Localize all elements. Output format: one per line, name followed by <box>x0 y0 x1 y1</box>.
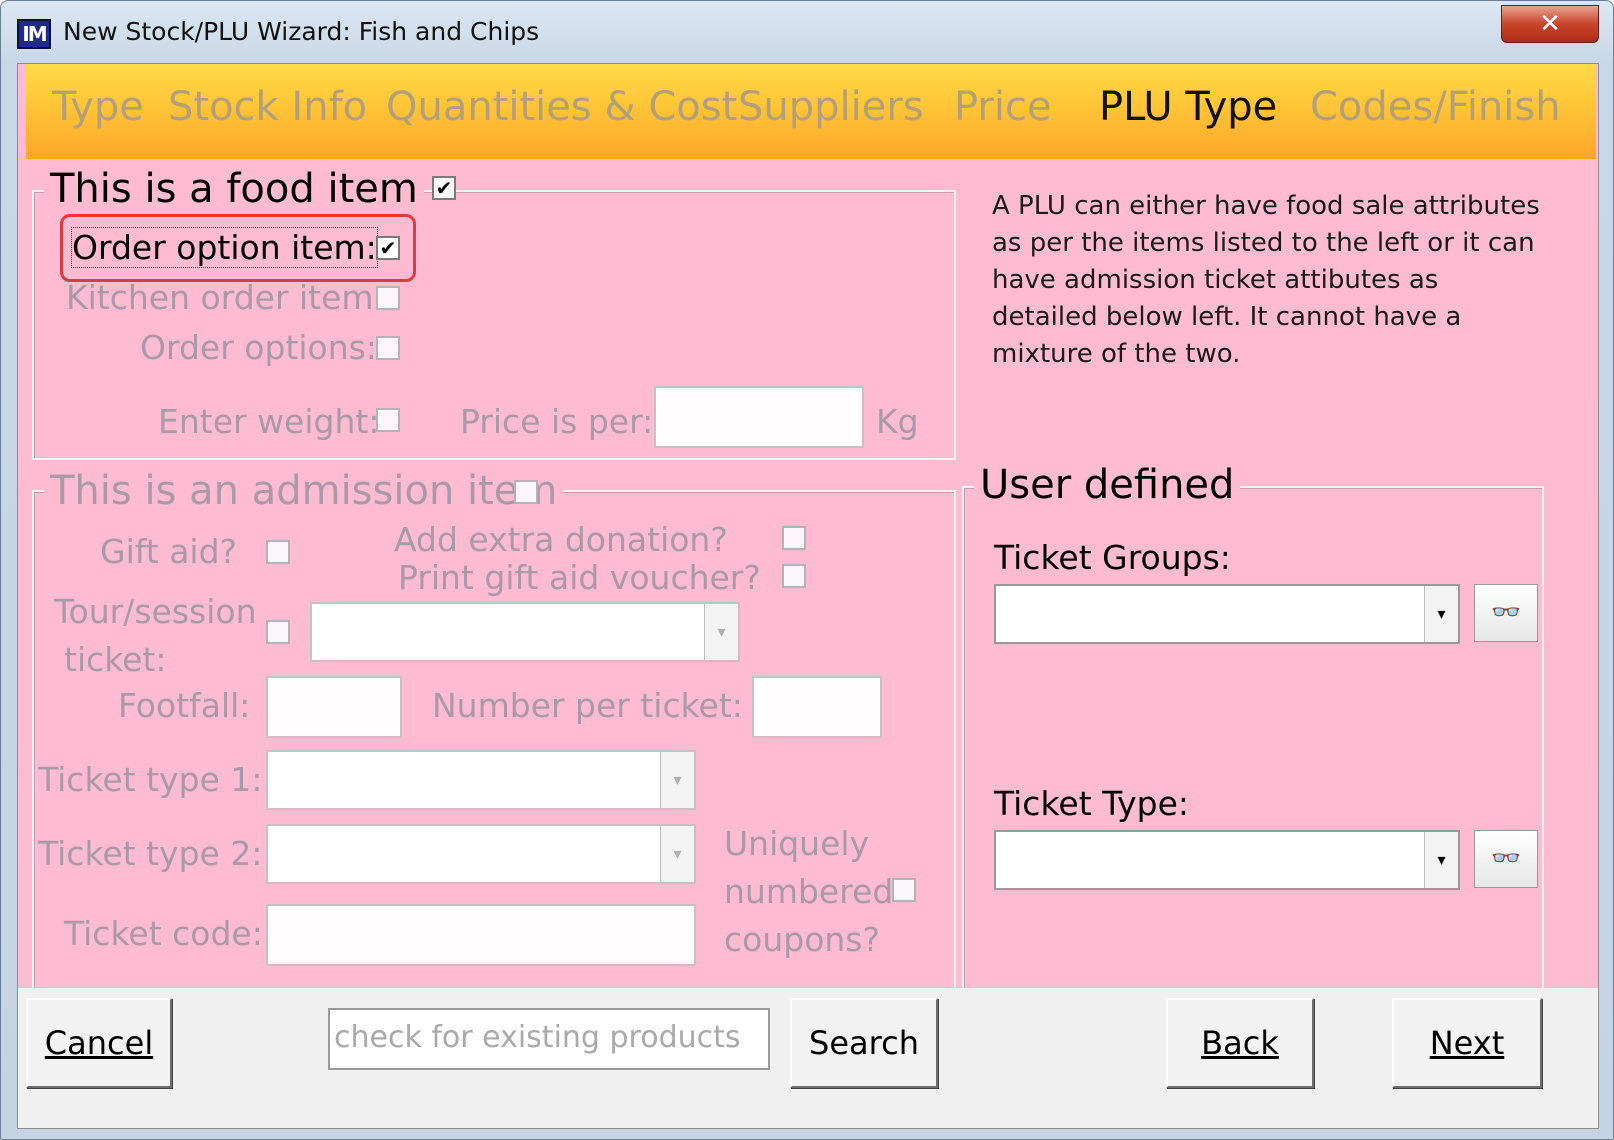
food-item-checkbox[interactable]: ✔ <box>432 176 456 200</box>
tour-session-label-line1: Tour/session <box>54 592 257 631</box>
chevron-down-icon: ▾ <box>1424 832 1458 888</box>
binoculars-icon: 👓 <box>1491 598 1521 626</box>
ticket-code-input[interactable] <box>266 904 696 966</box>
uniquely-label-line1: Uniquely <box>724 824 870 863</box>
enter-weight-label: Enter weight: <box>158 402 380 441</box>
chevron-down-icon: ▾ <box>704 604 738 660</box>
footer-bar: Cancel check for existing products Searc… <box>18 988 1598 1128</box>
title-bar[interactable]: IM New Stock/PLU Wizard: Fish and Chips … <box>1 1 1614 63</box>
order-options-checkbox[interactable] <box>376 336 400 360</box>
footfall-label: Footfall: <box>118 686 251 725</box>
ticket-groups-label: Ticket Groups: <box>994 538 1231 577</box>
step-stock-info[interactable]: Stock Info <box>168 84 367 130</box>
wizard-body: Type Stock Info Quantities & Cost Suppli… <box>17 63 1599 1129</box>
cancel-button[interactable]: Cancel <box>26 998 172 1088</box>
chevron-down-icon: ▾ <box>660 826 694 882</box>
step-plu-type[interactable]: PLU Type <box>1099 84 1277 130</box>
search-button[interactable]: Search <box>790 998 938 1088</box>
close-button[interactable]: ✕ <box>1501 5 1599 43</box>
food-item-legend: This is a food item <box>44 166 424 212</box>
step-suppliers[interactable]: Suppliers <box>738 84 924 130</box>
step-quantities-cost[interactable]: Quantities & Cost <box>386 84 737 130</box>
ticket-type-lookup-button[interactable]: 👓 <box>1474 830 1538 888</box>
user-defined-legend: User defined <box>974 462 1241 508</box>
admission-item-checkbox[interactable] <box>514 480 538 504</box>
ticket-type2-label: Ticket type 2: <box>38 834 263 873</box>
wizard-window: IM New Stock/PLU Wizard: Fish and Chips … <box>0 0 1614 1140</box>
add-donation-checkbox[interactable] <box>782 526 806 550</box>
tour-session-checkbox[interactable] <box>266 620 290 644</box>
unit-label: Kg <box>876 402 919 441</box>
chevron-down-icon: ▾ <box>1424 586 1458 642</box>
uniquely-label-line3: coupons? <box>724 920 881 959</box>
step-type[interactable]: Type <box>52 84 144 130</box>
back-button[interactable]: Back <box>1166 998 1314 1088</box>
order-option-checkbox[interactable]: ✔ <box>376 236 400 260</box>
next-button[interactable]: Next <box>1392 998 1542 1088</box>
ticket-groups-select[interactable]: ▾ <box>994 584 1460 644</box>
ticket-type-label: Ticket Type: <box>994 784 1190 823</box>
info-text: A PLU can either have food sale attribut… <box>992 191 1540 369</box>
order-options-label: Order options: <box>140 328 377 367</box>
kitchen-order-label: Kitchen order item: <box>66 278 385 317</box>
step-header: Type Stock Info Quantities & Cost Suppli… <box>26 64 1596 159</box>
window-title: New Stock/PLU Wizard: Fish and Chips <box>63 17 540 46</box>
app-icon: IM <box>17 19 51 49</box>
price-per-input[interactable] <box>654 386 864 448</box>
search-input[interactable]: check for existing products <box>328 1008 770 1070</box>
price-per-label: Price is per: <box>460 402 654 441</box>
step-codes-finish[interactable]: Codes/Finish <box>1310 84 1561 130</box>
ticket-groups-lookup-button[interactable]: 👓 <box>1474 584 1538 642</box>
ticket-code-label: Ticket code: <box>64 914 263 953</box>
step-price[interactable]: Price <box>954 84 1052 130</box>
ticket-type1-select[interactable]: ▾ <box>266 750 696 810</box>
number-per-ticket-label: Number per ticket: <box>432 686 743 725</box>
print-voucher-label: Print gift aid voucher? <box>398 558 761 597</box>
enter-weight-checkbox[interactable] <box>376 408 400 432</box>
chevron-down-icon: ▾ <box>660 752 694 808</box>
uniquely-numbered-checkbox[interactable] <box>892 878 916 902</box>
ticket-type1-label: Ticket type 1: <box>38 760 263 799</box>
print-voucher-checkbox[interactable] <box>782 564 806 588</box>
admission-item-legend: This is an admission item <box>44 468 564 514</box>
gift-aid-checkbox[interactable] <box>266 540 290 564</box>
binoculars-icon: 👓 <box>1491 844 1521 872</box>
tour-session-label-line2: ticket: <box>64 640 167 679</box>
tour-session-select[interactable]: ▾ <box>310 602 740 662</box>
number-per-ticket-input[interactable] <box>752 676 882 738</box>
gift-aid-label: Gift aid? <box>100 532 238 571</box>
uniquely-label-line2: numbered <box>724 872 894 911</box>
ticket-type2-select[interactable]: ▾ <box>266 824 696 884</box>
ticket-type-select[interactable]: ▾ <box>994 830 1460 890</box>
footfall-input[interactable] <box>266 676 402 738</box>
order-option-label: Order option item: <box>71 227 378 268</box>
add-donation-label: Add extra donation? <box>394 520 728 559</box>
kitchen-order-checkbox[interactable] <box>376 286 400 310</box>
